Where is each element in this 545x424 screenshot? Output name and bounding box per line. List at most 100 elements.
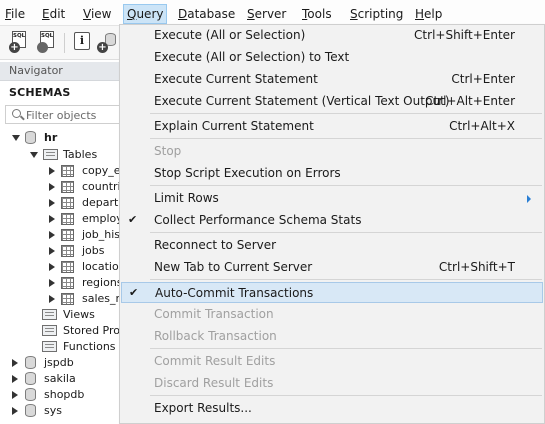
menu-item-label: Execute Current Statement [154, 72, 318, 86]
menu-query[interactable]: Query [123, 4, 168, 24]
functions-node[interactable]: Functions [40, 339, 120, 355]
menu-item-collect-performance-schema-stats[interactable]: ✔ Collect Performance Schema Stats [121, 210, 543, 231]
inspector-button[interactable]: i [70, 31, 92, 55]
stored-procedures-node[interactable]: Stored Proc [40, 323, 120, 339]
menu-file[interactable]: File [3, 5, 27, 23]
table-name: departr [82, 196, 120, 209]
table-icon [61, 277, 74, 289]
menu-item-discard-result-edits[interactable]: Discard Result Edits [121, 373, 543, 394]
collapse-arrow-icon[interactable] [12, 135, 20, 141]
table-item[interactable]: sales_r [47, 291, 120, 307]
expand-arrow-icon[interactable] [12, 407, 18, 415]
schema-item[interactable]: sys [10, 403, 120, 419]
menu-item-stop[interactable]: Stop [121, 141, 543, 162]
expand-arrow-icon[interactable] [12, 391, 18, 399]
table-name: sales_r [82, 292, 120, 305]
database-icon [25, 131, 36, 144]
info-icon: i [74, 32, 90, 50]
expand-arrow-icon[interactable] [49, 215, 55, 223]
table-item[interactable]: regions [47, 275, 120, 291]
expand-arrow-icon[interactable] [49, 295, 55, 303]
table-name: countri [82, 180, 120, 193]
menu-item-label: Execute (All or Selection) to Text [154, 50, 350, 64]
expand-arrow-icon[interactable] [49, 199, 55, 207]
folder-icon [42, 325, 57, 336]
menu-item-limit-rows[interactable]: Limit Rows [121, 188, 543, 209]
schema-item[interactable]: shopdb [10, 387, 120, 403]
menu-item-execute-current-statement[interactable]: Execute Current Statement Ctrl+Enter [121, 69, 543, 90]
table-icon [61, 165, 74, 177]
table-item[interactable]: jobs [47, 243, 120, 259]
expand-arrow-icon[interactable] [49, 167, 55, 175]
menu-item-shortcut: Ctrl+Enter [451, 72, 515, 86]
expand-arrow-icon[interactable] [49, 231, 55, 239]
table-item[interactable]: locatio [47, 259, 120, 275]
menu-item-auto-commit-transactions[interactable]: ✔ Auto-Commit Transactions [121, 282, 543, 303]
menu-item-execute-all-or-selection[interactable]: Execute (All or Selection) Ctrl+Shift+Ent… [121, 25, 543, 46]
menu-item-execute-current-statement-vertical-text-output[interactable]: Execute Current Statement (Vertical Text… [121, 91, 543, 112]
open-sql-script-button[interactable]: SQL [37, 31, 59, 55]
new-sql-tab-button[interactable]: SQL + [9, 31, 31, 55]
table-item[interactable]: job_his [47, 227, 120, 243]
table-icon [61, 181, 74, 193]
expand-arrow-icon[interactable] [49, 279, 55, 287]
menu-edit[interactable]: Edit [40, 5, 67, 23]
table-icon [61, 261, 74, 273]
plus-icon: + [9, 42, 20, 53]
expand-arrow-icon[interactable] [49, 183, 55, 191]
menu-item-commit-transaction[interactable]: Commit Transaction [121, 304, 543, 325]
table-name: employ [82, 212, 120, 225]
table-icon [61, 245, 74, 257]
folder-icon [42, 309, 57, 320]
table-item[interactable]: copy_e [47, 163, 120, 179]
expand-arrow-icon[interactable] [12, 375, 18, 383]
menu-item-explain-current-statement[interactable]: Explain Current Statement Ctrl+Alt+X [121, 116, 543, 137]
menu-item-rollback-transaction[interactable]: Rollback Transaction [121, 326, 543, 347]
menu-item-new-tab-to-current-server[interactable]: New Tab to Current Server Ctrl+Shift+T [121, 257, 543, 278]
menu-item-export-results[interactable]: Export Results... [121, 398, 543, 419]
menu-item-reconnect-to-server[interactable]: Reconnect to Server [121, 235, 543, 256]
menu-view[interactable]: View [81, 5, 113, 23]
toolbar-separator [64, 33, 65, 53]
folder-icon [42, 341, 57, 352]
plus-icon: + [97, 42, 108, 53]
collapse-arrow-icon[interactable] [30, 152, 38, 158]
menu-item-label: Explain Current Statement [154, 119, 314, 133]
expand-arrow-icon[interactable] [12, 359, 18, 367]
menu-database[interactable]: Database [176, 5, 237, 23]
folder-icon [43, 149, 58, 160]
table-name: regions [82, 276, 120, 289]
menu-item-label: Stop Script Execution on Errors [154, 166, 341, 180]
filter-objects-input[interactable] [26, 108, 118, 122]
menu-item-label: Collect Performance Schema Stats [154, 213, 362, 227]
table-name: jobs [82, 244, 105, 257]
create-schema-button[interactable]: + [97, 31, 119, 55]
menu-separator [150, 395, 542, 396]
menu-scripting[interactable]: Scripting [348, 5, 405, 23]
menu-tools[interactable]: Tools [300, 5, 334, 23]
menu-item-stop-script-execution-on-errors[interactable]: Stop Script Execution on Errors [121, 163, 543, 184]
expand-arrow-icon[interactable] [49, 247, 55, 255]
menu-item-commit-result-edits[interactable]: Commit Result Edits [121, 351, 543, 372]
table-item[interactable]: departr [47, 195, 120, 211]
menu-separator [150, 279, 542, 280]
menu-separator [150, 348, 542, 349]
menu-item-shortcut: Ctrl+Alt+Enter [425, 94, 515, 108]
tables-node[interactable]: Tables [28, 147, 120, 163]
table-icon [61, 229, 74, 241]
menu-server[interactable]: Server [245, 5, 288, 23]
schema-hr[interactable]: hr [10, 130, 120, 146]
menu-item-label: Stop [154, 144, 182, 158]
schema-item[interactable]: jspdb [10, 355, 120, 371]
menu-item-execute-all-or-selection-to-text[interactable]: Execute (All or Selection) to Text [121, 47, 543, 68]
table-item[interactable]: employ [47, 211, 120, 227]
table-item[interactable]: countri [47, 179, 120, 195]
table-icon [61, 293, 74, 305]
views-node[interactable]: Views [40, 307, 120, 323]
schema-name: hr [44, 131, 58, 144]
menu-item-label: Rollback Transaction [154, 329, 277, 343]
menu-help[interactable]: Help [413, 5, 444, 23]
schema-item[interactable]: sakila [10, 371, 120, 387]
schema-name: jspdb [44, 356, 74, 369]
expand-arrow-icon[interactable] [49, 263, 55, 271]
